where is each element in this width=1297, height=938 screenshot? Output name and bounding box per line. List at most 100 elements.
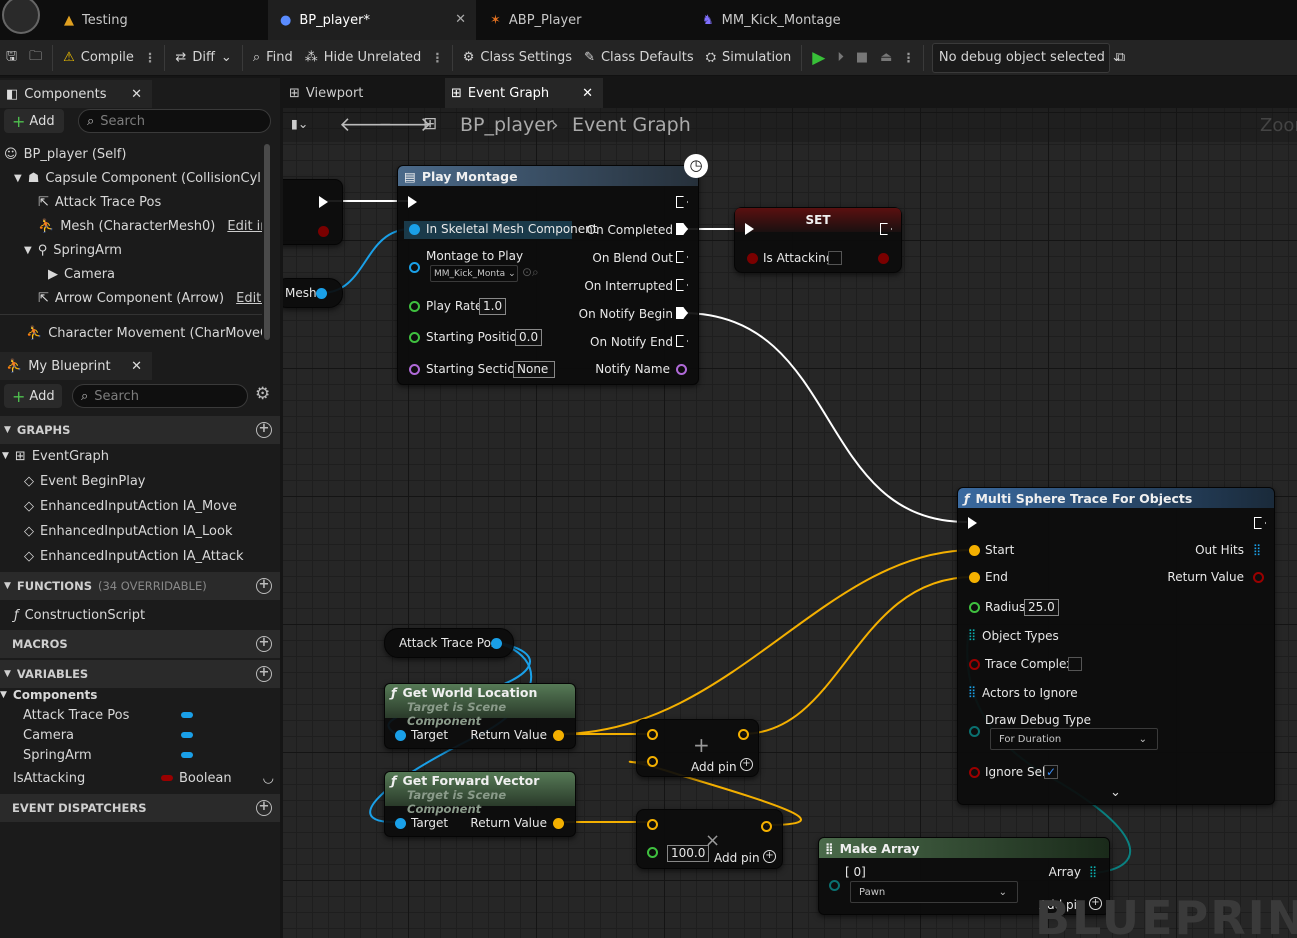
return-value-pin[interactable] (1253, 572, 1264, 583)
add-variable-icon[interactable]: + (256, 666, 272, 682)
array-out-pin-icon[interactable]: ⣿ (1089, 865, 1097, 878)
close-icon[interactable]: ✕ (131, 359, 142, 374)
visibility-eye-icon[interactable]: ◡ (263, 771, 274, 786)
tab-mm-kick-montage[interactable]: ♞ MM_Kick_Montage (690, 0, 900, 40)
get-forward-vector-node[interactable]: ƒ Get Forward Vector Target is Scene Comp… (384, 771, 576, 837)
class-settings-button[interactable]: ⚙ Class Settings (457, 43, 578, 73)
exec-in-pin[interactable] (968, 517, 977, 529)
mesh-out-pin[interactable] (316, 288, 327, 299)
draw-debug-pin[interactable] (969, 726, 980, 737)
is-attacking-out-pin[interactable] (878, 253, 889, 264)
macros-section-header[interactable]: MACROS + (0, 630, 280, 658)
play-options-icon[interactable]: ⋮ (898, 50, 919, 65)
event-item[interactable]: ◇ Event BeginPlay (0, 469, 262, 493)
edit-in-cpp-link[interactable]: Edit in C (236, 291, 262, 306)
variables-section-header[interactable]: ▼ VARIABLES + (0, 660, 280, 688)
vector-multiply-node[interactable]: 100.0 × Add pin + (636, 809, 783, 869)
b-float-pin[interactable] (647, 847, 658, 858)
close-icon[interactable]: ✕ (582, 86, 593, 101)
browse-button[interactable]: 🗀 (23, 43, 48, 73)
play-button[interactable]: ▶ (806, 43, 831, 73)
my-blueprint-tab[interactable]: ⛹ My Blueprint ✕ (0, 352, 152, 380)
on-notify-begin-pin[interactable] (676, 307, 688, 319)
mesh-variable-node[interactable]: Mesh (283, 278, 343, 308)
asset-use-icon[interactable]: ⊙⌕ (522, 265, 539, 280)
stop-button[interactable]: ■ (850, 43, 874, 73)
montage-asset-dropdown[interactable]: MM_Kick_Monta ⌄ (430, 265, 518, 282)
expand-arrow-icon[interactable]: ▼ (24, 245, 32, 256)
exec-in-pin[interactable] (408, 196, 417, 208)
ignore-self-checkbox[interactable]: ✓ (1044, 765, 1058, 779)
starting-position-pin[interactable] (409, 332, 420, 343)
diff-button[interactable]: ⇄ Diff ⌄ (169, 43, 237, 73)
draw-debug-dropdown[interactable]: For Duration ⌄ (990, 728, 1158, 750)
close-tab-icon[interactable]: ✕ (455, 12, 466, 27)
trace-complex-checkbox[interactable] (1068, 657, 1082, 671)
return-value-pin[interactable] (553, 730, 564, 741)
exec-out-pin[interactable] (319, 196, 328, 208)
compile-options-icon[interactable]: ⋮ (140, 50, 161, 65)
ignore-self-pin[interactable] (969, 767, 980, 778)
add-pin-label[interactable]: Add pin (691, 760, 737, 774)
settings-gear-icon[interactable]: ⚙ (255, 384, 270, 404)
event-item[interactable]: ◇ EnhancedInputAction IA_Attack (0, 544, 262, 568)
class-defaults-button[interactable]: ✎ Class Defaults (578, 43, 700, 73)
step-button[interactable]: ⏵︎ (831, 43, 850, 73)
on-completed-pin[interactable] (676, 223, 688, 235)
out-hits-array-pin-icon[interactable]: ⣿ (1253, 543, 1261, 556)
starting-section-input[interactable]: None (513, 361, 555, 378)
components-tab[interactable]: ◧ Components ✕ (0, 80, 152, 108)
event-dispatchers-section-header[interactable]: EVENT DISPATCHERS + (0, 794, 280, 822)
components-scrollbar[interactable] (264, 144, 270, 340)
hide-unrelated-button[interactable]: ⁂ Hide Unrelated (299, 43, 428, 73)
attack-trace-out-pin[interactable] (491, 638, 502, 649)
add-dispatcher-icon[interactable]: + (256, 800, 272, 816)
on-blend-out-pin[interactable] (676, 251, 688, 263)
play-montage-node[interactable]: ▤ Play Montage ◷ In Skeletal Mesh Compone… (397, 154, 708, 385)
out-pin[interactable] (738, 729, 749, 740)
bool-pin[interactable] (318, 226, 329, 237)
tab-bp-player[interactable]: ● BP_player* ✕ (268, 0, 476, 40)
component-self[interactable]: ☺ BP_player (Self) (0, 142, 262, 166)
component-mesh[interactable]: ⛹ Mesh (CharacterMesh0) Edit in C+ (0, 214, 262, 238)
is-attacking-in-pin[interactable] (747, 253, 758, 264)
expand-arrow-icon[interactable]: ▼ (14, 173, 22, 184)
in-skeletal-mesh-pin[interactable] (409, 224, 420, 235)
add-component-button[interactable]: + Add (4, 109, 64, 133)
array-pin-icon[interactable]: ⣿ (968, 628, 976, 641)
montage-pin[interactable] (409, 262, 420, 273)
attack-trace-pos-node[interactable]: Attack Trace Pos (384, 628, 514, 658)
add-pin-plus-icon[interactable]: + (740, 758, 753, 771)
b-pin[interactable] (647, 756, 658, 767)
construction-script-item[interactable]: ƒ ConstructionScript (0, 603, 262, 627)
set-is-attacking-node[interactable]: SET Is Attacking (734, 207, 902, 273)
component-character-movement[interactable]: ⛹ Character Movement (CharMoveCon (0, 321, 262, 345)
component-capsule[interactable]: ▼ ☗ Capsule Component (CollisionCylinde (0, 166, 262, 190)
is-attacking-checkbox[interactable] (828, 251, 842, 265)
debug-object-dropdown[interactable]: No debug object selected ⌄ (931, 42, 1122, 73)
simulation-button[interactable]: ⛭ Simulation (700, 43, 798, 73)
vector-add-node[interactable]: + Add pin + (636, 719, 759, 777)
advanced-expand-icon[interactable]: ⌄ (1110, 785, 1121, 800)
radius-pin[interactable] (969, 602, 980, 613)
on-notify-end-pin[interactable] (676, 335, 688, 347)
target-pin[interactable] (395, 818, 406, 829)
edit-in-cpp-link[interactable]: Edit in C+ (227, 219, 262, 234)
get-world-location-node[interactable]: ƒ Get World Location Target is Scene Comp… (384, 683, 576, 749)
element-pin[interactable] (829, 880, 840, 891)
play-rate-pin[interactable] (409, 301, 420, 312)
object-type-dropdown[interactable]: Pawn ⌄ (850, 881, 1018, 903)
multiplier-input[interactable]: 100.0 (667, 845, 710, 862)
tab-testing[interactable]: ▲ Testing (52, 0, 266, 40)
add-function-icon[interactable]: + (256, 578, 272, 594)
more-options-icon[interactable]: ⋮ (427, 50, 448, 65)
multi-sphere-trace-node[interactable]: ƒ Multi Sphere Trace For Objects Start En… (957, 487, 1275, 805)
target-pin[interactable] (395, 730, 406, 741)
end-pin[interactable] (969, 572, 980, 583)
debug-filter-button[interactable]: ⧉ (1110, 43, 1131, 73)
tab-viewport[interactable]: ⊞ Viewport (283, 78, 443, 108)
tab-abp-player[interactable]: ✶ ABP_Player (478, 0, 688, 40)
return-value-pin[interactable] (553, 818, 564, 829)
unreal-logo-icon[interactable] (2, 0, 40, 34)
add-graph-icon[interactable]: + (256, 422, 272, 438)
